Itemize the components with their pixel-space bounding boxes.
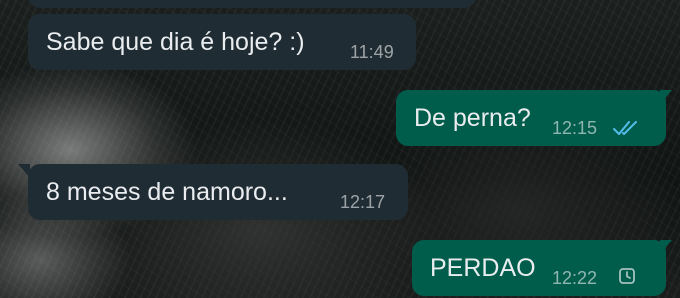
clock-pending-icon — [619, 268, 635, 284]
bubble-tail — [18, 164, 30, 178]
message-time: 11:49 — [350, 42, 394, 62]
previous-message-bubble-partial[interactable] — [28, 0, 476, 8]
message-outgoing-bubble[interactable]: PERDAO 12:22 — [412, 240, 666, 296]
message-text: 8 meses de namoro... — [46, 178, 288, 206]
message-text: De perna? — [414, 104, 531, 132]
message-time: 12:22 — [552, 268, 598, 288]
double-check-read-icon — [613, 121, 637, 135]
message-outgoing-bubble[interactable]: De perna? 12:15 — [396, 90, 666, 146]
bubble-tail — [660, 90, 672, 104]
message-text: PERDAO — [430, 254, 536, 282]
message-incoming-bubble[interactable]: 8 meses de namoro... 12:17 — [28, 164, 408, 220]
message-incoming-bubble[interactable]: Sabe que dia é hoje? :) 11:49 — [28, 14, 416, 70]
message-text: Sabe que dia é hoje? :) — [46, 28, 305, 56]
bubble-tail — [660, 240, 672, 254]
message-time: 12:17 — [340, 192, 386, 212]
message-time: 12:15 — [552, 118, 598, 138]
